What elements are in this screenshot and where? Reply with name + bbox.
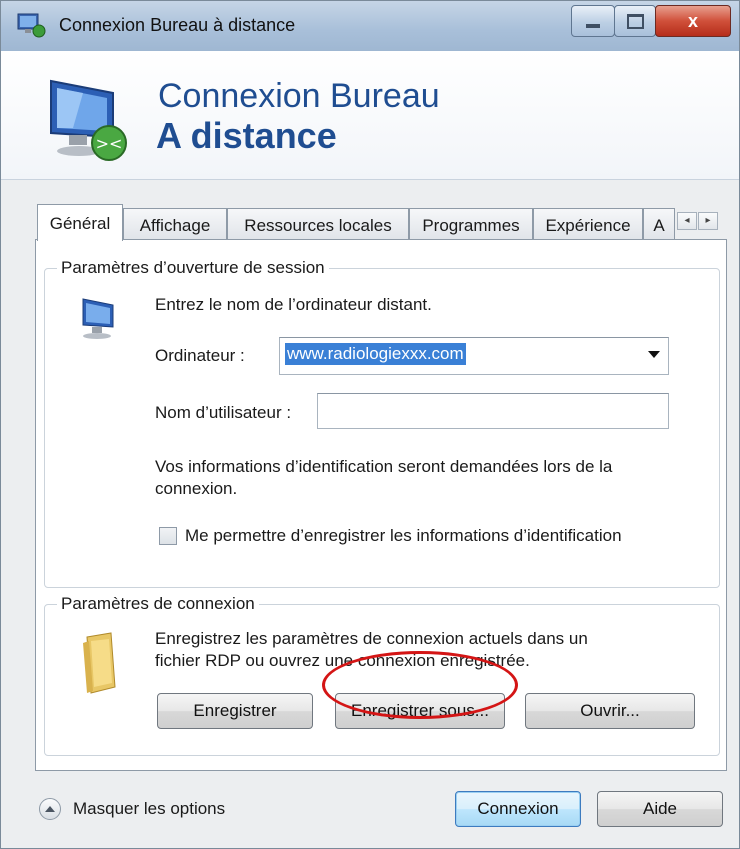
connect-button[interactable]: Connexion [455, 791, 581, 827]
connection-desc-line2: fichier RDP ou ouvrez une connexion enre… [155, 651, 530, 670]
computer-intro-text: Entrez le nom de l’ordinateur distant. [155, 295, 432, 314]
rdp-window: Connexion Bureau à distance x >< Connexi… [0, 0, 740, 849]
computer-label: Ordinateur : [155, 346, 245, 365]
save-button[interactable]: Enregistrer [157, 693, 313, 729]
title-bar[interactable]: Connexion Bureau à distance x [1, 1, 739, 51]
connection-desc-line1: Enregistrez les paramètres de connexion … [155, 629, 588, 648]
username-label: Nom d’utilisateur : [155, 403, 292, 422]
hide-options-toggle[interactable] [39, 798, 61, 820]
banner-title-line2: A distance [156, 115, 337, 156]
connection-settings-title: Paramètres de connexion [57, 594, 259, 614]
header-banner: >< Connexion Bureau A distance [1, 51, 739, 180]
folder-icon [83, 632, 116, 694]
maximize-icon [626, 13, 644, 29]
save-credentials-checkbox[interactable] [159, 527, 177, 545]
svg-text:><: >< [96, 134, 123, 153]
chevron-up-icon [45, 806, 55, 812]
hide-options-label[interactable]: Masquer les options [73, 799, 225, 819]
tab-advanced[interactable]: A [643, 208, 675, 240]
tab-general[interactable]: Général [37, 204, 123, 241]
session-settings-title: Paramètres d’ouverture de session [57, 258, 329, 278]
session-settings-group: Paramètres d’ouverture de session Entrez… [44, 258, 720, 588]
tab-local-resources[interactable]: Ressources locales [227, 208, 409, 240]
save-credentials-label[interactable]: Me permettre d’enregistrer les informati… [185, 526, 622, 546]
help-button[interactable]: Aide [597, 791, 723, 827]
tab-scroll-left-button[interactable]: ◂ [677, 212, 697, 230]
computer-icon [82, 298, 114, 339]
tab-display[interactable]: Affichage [123, 208, 227, 240]
credentials-info-line1: Vos informations d’identification seront… [155, 457, 613, 476]
maximize-button[interactable] [614, 5, 656, 37]
save-as-button[interactable]: Enregistrer sous... [335, 693, 505, 729]
open-button[interactable]: Ouvrir... [525, 693, 695, 729]
credentials-info-line2: connexion. [155, 479, 238, 498]
window-title: Connexion Bureau à distance [59, 15, 296, 35]
close-icon: x [687, 10, 698, 31]
minimize-icon [586, 24, 600, 28]
username-input[interactable] [317, 393, 669, 429]
tab-programs[interactable]: Programmes [409, 208, 533, 240]
tab-scroll-right-button[interactable]: ▸ [698, 212, 718, 230]
minimize-button[interactable] [571, 5, 615, 37]
chevron-down-icon[interactable] [648, 351, 660, 358]
close-button[interactable]: x [655, 5, 731, 37]
computer-combobox[interactable]: www.radiologiexxx.com [279, 337, 669, 375]
connection-settings-group: Paramètres de connexion Enregistrez les … [44, 594, 720, 756]
computer-value: www.radiologiexxx.com [285, 343, 466, 365]
remote-desktop-icon [17, 13, 46, 38]
tab-panel-general: Paramètres d’ouverture de session Entrez… [35, 239, 727, 771]
banner-title-line1: Connexion Bureau [158, 77, 440, 115]
remote-desktop-logo-icon: >< [50, 79, 127, 161]
tab-experience[interactable]: Expérience [533, 208, 643, 240]
